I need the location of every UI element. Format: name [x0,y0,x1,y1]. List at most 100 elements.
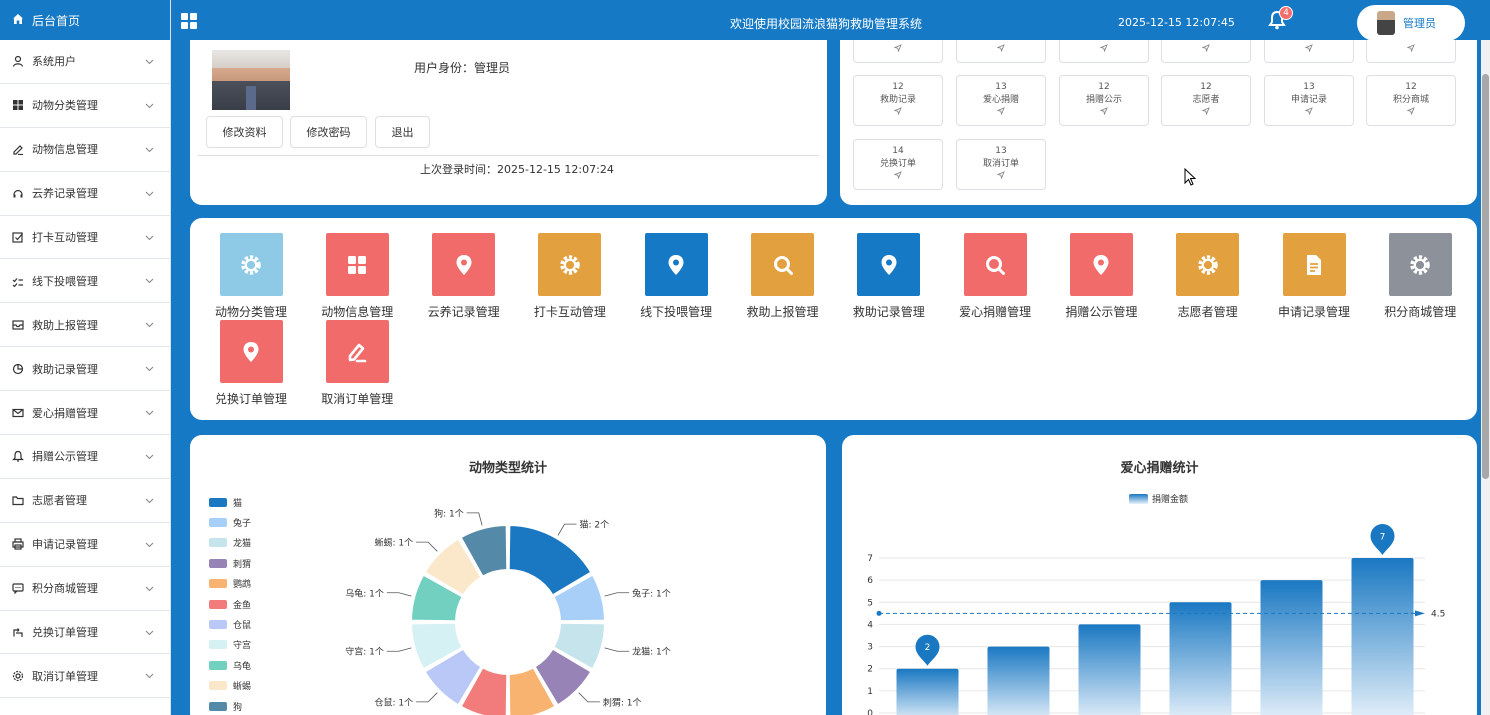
quick-link[interactable]: 云养记录管理 [419,233,509,320]
quick-link-label: 线下投喂管理 [640,305,713,319]
bar-chart: 捐赠金额 0 1 2 3 4 5 6 7 4.5 2 7 [867,493,1445,715]
sidebar-item-1[interactable]: 动物分类管理 [0,84,170,128]
label-line [578,692,600,703]
menu-tile-partial[interactable] [1059,40,1149,63]
quick-link[interactable]: 动物分类管理 [206,233,296,320]
quick-link[interactable]: 兑换订单管理 [206,320,296,407]
avatar [1377,11,1395,35]
sidebar-item-label: 爱心捐赠管理 [32,406,98,420]
chevron-down-icon [145,362,154,375]
quick-link[interactable]: 打卡互动管理 [525,233,615,320]
sidebar-item-label: 救助记录管理 [32,362,98,376]
y-tick-label: 6 [867,576,873,586]
navigation-icon [1162,44,1250,57]
sidebar-item-10[interactable]: 志愿者管理 [0,479,170,523]
sidebar-item-label: 救助上报管理 [32,318,98,332]
tile-label: 兑换订单 [879,159,916,169]
tile-label: 捐赠公示 [1085,95,1122,105]
logout-button[interactable]: 退出 [375,116,430,148]
quick-link[interactable]: 取消订单管理 [312,320,402,407]
navigation-icon [957,171,1045,184]
quick-link[interactable]: 线下投喂管理 [631,233,721,320]
quick-link[interactable]: 志愿者管理 [1163,233,1253,320]
navigation-icon [1162,107,1250,120]
quick-link-label: 志愿者管理 [1177,305,1238,319]
sidebar-item-4[interactable]: 打卡互动管理 [0,216,170,260]
document-icon [1282,233,1346,296]
sidebar-item-2[interactable]: 动物信息管理 [0,128,170,172]
navigation-icon [1060,44,1148,57]
sidebar-item-12[interactable]: 积分商城管理 [0,567,170,611]
label-line [386,592,412,597]
sidebar-item-8[interactable]: 爱心捐赠管理 [0,391,170,436]
menu-tile-partial[interactable] [1366,40,1456,63]
quick-link[interactable]: 申请记录管理 [1269,233,1359,320]
tile-count: 12 [892,82,904,92]
gear-icon [219,233,283,296]
chevron-down-icon [145,494,154,507]
sidebar-item-label: 动物分类管理 [32,99,98,113]
sidebar-item-13[interactable]: 兑换订单管理 [0,611,170,655]
menu-tile-partial[interactable] [1264,40,1354,63]
menu-tile[interactable]: 13 取消订单 [956,139,1046,190]
menu-tile[interactable]: 13 爱心捐赠 [956,75,1046,126]
change-password-button[interactable]: 修改密码 [290,116,367,148]
quick-link[interactable]: 捐赠公示管理 [1056,233,1146,320]
quick-link[interactable]: 动物信息管理 [312,233,402,320]
user-menu[interactable]: 管理员 [1357,5,1465,41]
edit-profile-button[interactable]: 修改资料 [206,116,283,148]
user-identity: 用户身份：管理员 [414,61,511,75]
menu-tile-partial[interactable] [853,40,943,63]
divider [198,155,819,156]
label-line [416,541,438,552]
chevron-down-icon [145,450,154,463]
menu-tile[interactable]: 13 申请记录 [1264,75,1354,126]
quick-links-card: 动物分类管理 动物信息管理 云养记录管理 打卡互动管理 线下投喂管理 救助上报管理 救助记录… [190,218,1477,420]
sidebar-item-5[interactable]: 线下投喂管理 [0,259,170,304]
tile-label: 爱心捐赠 [982,95,1019,105]
menu-tile-partial[interactable] [956,40,1046,63]
average-label: 4.5 [1431,609,1445,619]
quick-link[interactable]: 救助记录管理 [844,233,934,320]
pie-slice-label: 守宫: 1个 [345,646,384,658]
menu-tile[interactable]: 12 积分商城 [1366,75,1456,126]
navigation-icon [854,107,942,120]
sidebar-item-7[interactable]: 救助记录管理 [0,347,170,392]
menu-tile[interactable]: 14 兑换订单 [853,139,943,190]
tile-count: 13 [995,82,1007,92]
quick-link[interactable]: 爱心捐赠管理 [950,233,1040,320]
location-icon [1069,233,1133,296]
search-icon [751,233,814,296]
quick-link[interactable]: 积分商城管理 [1375,233,1465,320]
quick-link-label: 申请记录管理 [1277,305,1350,319]
sidebar-item-0[interactable]: 系统用户 [0,40,170,84]
chat-icon [12,582,24,595]
sidebar-item-3[interactable]: 云养记录管理 [0,172,170,216]
home-icon [12,13,24,28]
inbox-icon [12,319,24,331]
label-line [557,523,577,536]
edit-icon [12,143,24,156]
quick-link-label: 打卡互动管理 [533,305,606,319]
legend-swatch [1129,494,1148,504]
menu-tile[interactable]: 12 救助记录 [853,75,943,126]
sidebar-home[interactable]: 后台首页 [0,0,170,40]
quick-link-label: 云养记录管理 [427,305,500,319]
sidebar-item-11[interactable]: 申请记录管理 [0,523,170,567]
folder-icon [12,494,24,506]
quick-link[interactable]: 救助上报管理 [738,233,828,320]
page-scrollbar[interactable] [1481,40,1490,715]
scrollbar-thumb[interactable] [1482,74,1489,479]
menu-toggle-icon[interactable] [181,13,197,32]
sidebar-item-9[interactable]: 捐赠公示管理 [0,435,170,479]
sidebar-item-6[interactable]: 救助上报管理 [0,303,170,348]
sidebar-item-14[interactable]: 取消订单管理 [0,654,170,699]
chevron-down-icon [145,318,154,331]
menu-tile[interactable]: 12 志愿者 [1161,75,1251,126]
menu-tile[interactable]: 12 捐赠公示 [1059,75,1149,126]
pie-icon [12,363,24,375]
quick-link-label: 救助上报管理 [746,305,819,319]
sidebar-item-label: 取消订单管理 [32,669,98,683]
menu-tile-partial[interactable] [1161,40,1251,63]
y-tick-label: 0 [867,709,873,715]
